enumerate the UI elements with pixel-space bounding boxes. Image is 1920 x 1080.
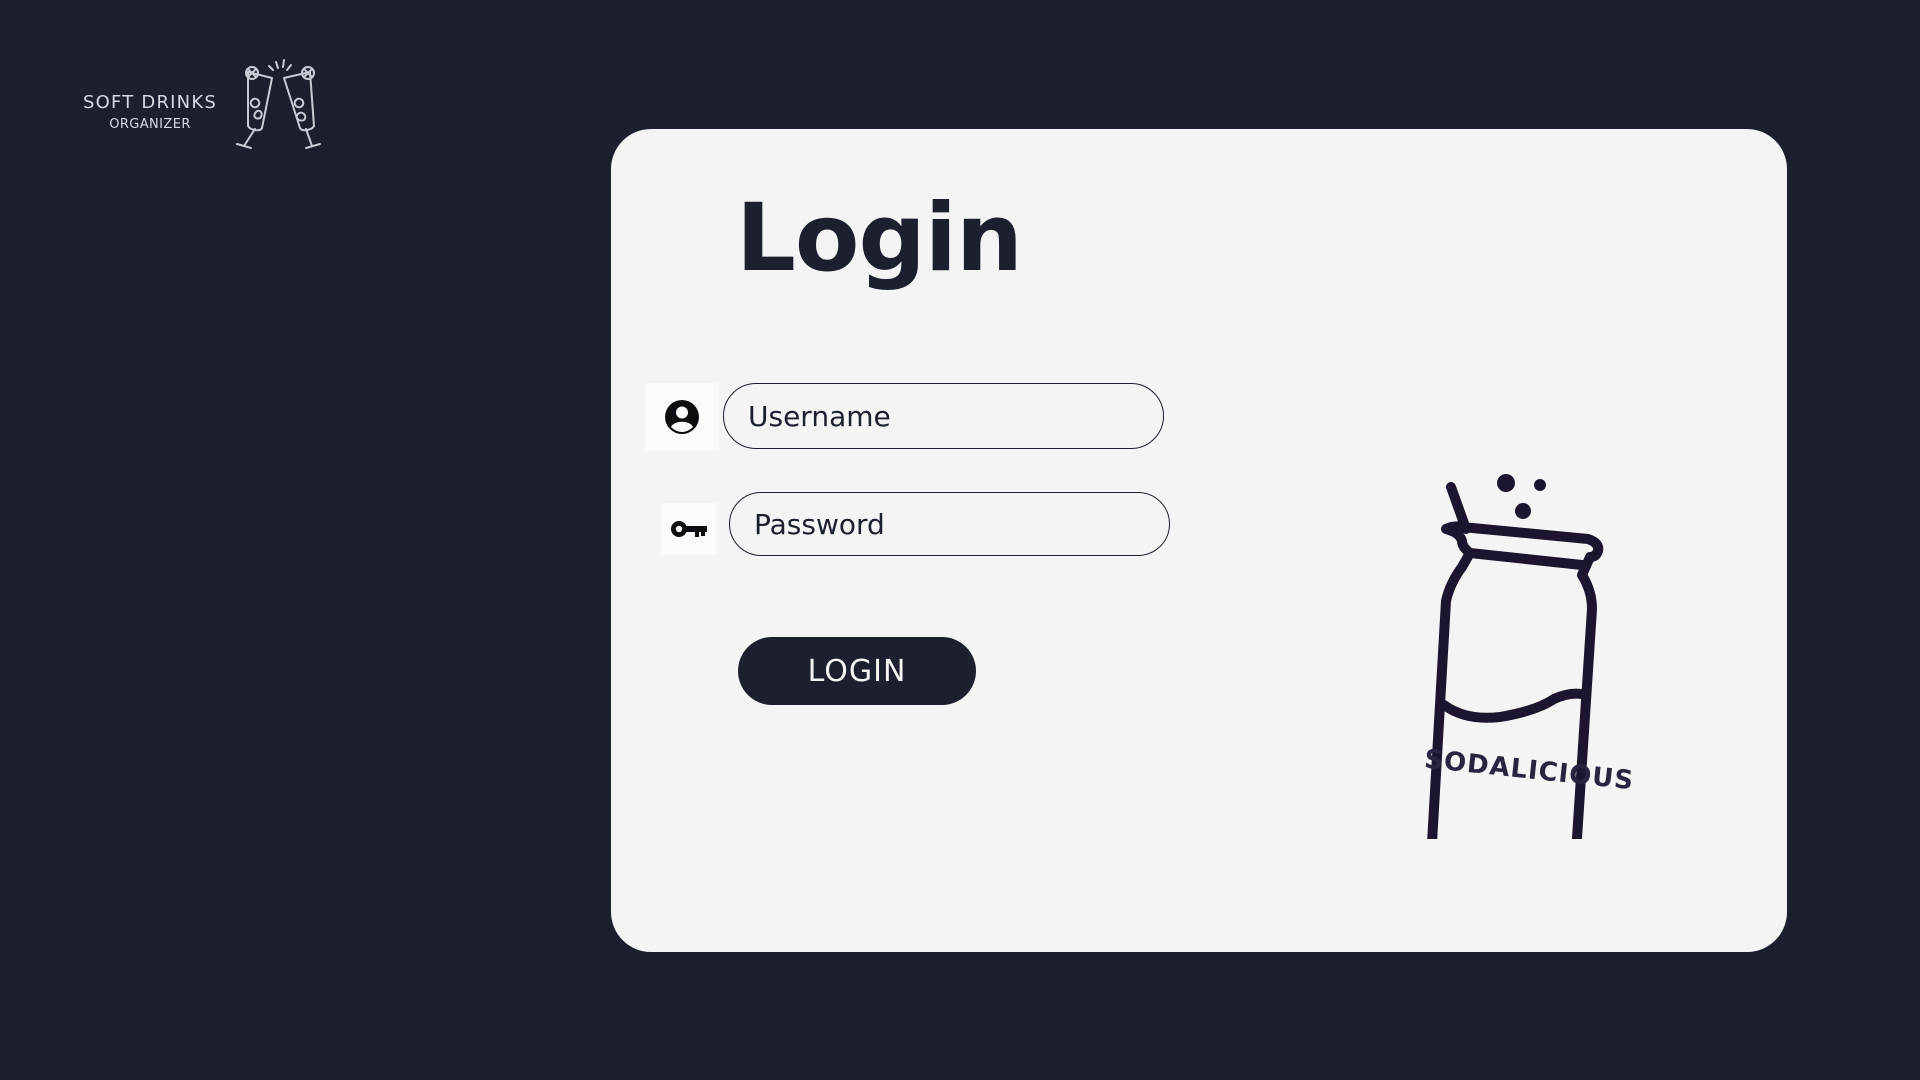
brand-text: SOFT DRINKS ORGANIZER (78, 92, 222, 134)
login-button[interactable]: LOGIN (738, 637, 976, 705)
username-input[interactable] (723, 383, 1164, 449)
user-circle-icon (665, 400, 699, 434)
username-icon-box (645, 383, 719, 451)
key-icon (671, 521, 707, 537)
soda-can-icon: SODALICIOUS (1423, 474, 1635, 839)
brand-logo: SOFT DRINKS ORGANIZER (78, 58, 328, 158)
toasting-glasses-icon (236, 59, 321, 149)
login-card: Login LOGIN (611, 129, 1787, 952)
password-input[interactable] (729, 492, 1170, 556)
can-label: SODALICIOUS (1423, 744, 1635, 796)
brand-name: SOFT DRINKS (83, 92, 217, 113)
password-icon-box (661, 503, 717, 555)
page-title: Login (736, 184, 1023, 293)
brand-subtitle: ORGANIZER (109, 117, 191, 132)
login-page: SOFT DRINKS ORGANIZER Login Username LOG… (0, 0, 1920, 1080)
